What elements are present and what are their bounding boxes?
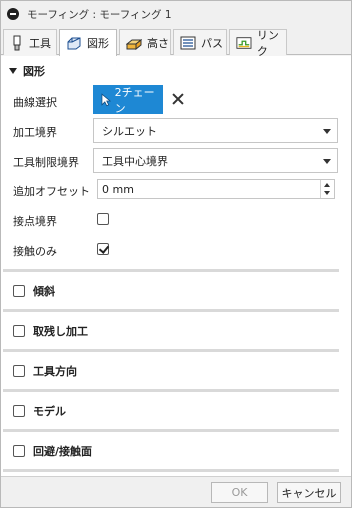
linking-icon [236, 36, 252, 49]
model-checkbox[interactable] [13, 405, 25, 417]
cancel-button[interactable]: キャンセル [277, 482, 341, 503]
chain-select-button[interactable]: 2チェーン [93, 85, 163, 115]
title-bar[interactable]: モーフィング : モーフィング 1 [1, 1, 351, 27]
chain-select-button-label: 2チェーン [114, 85, 155, 115]
curve-select-label: 曲線選択 [13, 96, 57, 109]
tab-linking-label: リンク [256, 28, 279, 58]
group-tool-orientation[interactable]: 工具方向 [13, 363, 77, 379]
group-rest-machining[interactable]: 取残し加工 [13, 323, 88, 339]
section-divider [3, 469, 339, 472]
section-divider [3, 309, 339, 312]
spin-down-icon[interactable] [324, 191, 330, 195]
geometry-section-header[interactable]: 図形 [9, 63, 45, 79]
touch-boundary-label: 接点境界 [13, 215, 57, 228]
collapse-icon[interactable] [7, 8, 19, 20]
tool-orientation-label: 工具方向 [33, 365, 77, 378]
clear-selection-icon[interactable] [171, 92, 185, 106]
tool-icon [13, 35, 21, 50]
rest-machining-label: 取残し加工 [33, 325, 88, 338]
tool-orientation-checkbox[interactable] [13, 365, 25, 377]
group-avoid-touch-surfaces[interactable]: 回避/接触面 [13, 443, 92, 459]
dialog-title: モーフィング : モーフィング 1 [27, 8, 172, 21]
tab-heights[interactable]: 高さ [119, 29, 171, 55]
cursor-arrow-icon [101, 92, 111, 106]
section-divider [3, 349, 339, 352]
contact-only-checkbox[interactable] [97, 243, 109, 255]
contact-only-label: 接触のみ [13, 245, 57, 258]
avoid-touch-surfaces-checkbox[interactable] [13, 445, 25, 457]
section-divider [3, 389, 339, 392]
tab-shape-label: 図形 [87, 37, 109, 50]
touch-boundary-checkbox[interactable] [97, 213, 109, 225]
ok-button[interactable]: OK [211, 482, 268, 503]
dialog-footer: OK キャンセル [1, 476, 351, 507]
machining-boundary-value: シルエット [102, 124, 157, 138]
additional-offset-value: 0 mm [102, 182, 134, 196]
tab-bar: 工具 図形 高さ パス リンク [1, 27, 351, 58]
tab-linking[interactable]: リンク [229, 29, 287, 58]
tab-passes[interactable]: パス [173, 29, 227, 55]
additional-offset-input[interactable]: 0 mm [97, 179, 335, 199]
tab-tool[interactable]: 工具 [3, 29, 57, 55]
model-label: モデル [33, 405, 66, 418]
shape-icon [67, 37, 81, 50]
tool-containment-select[interactable]: 工具中心境界 [93, 148, 338, 173]
slope-checkbox[interactable] [13, 285, 25, 297]
shape-panel: 図形 曲線選択 2チェーン 加工境界 シルエット 工具制限境界 工具中心境界 追… [1, 56, 351, 476]
passes-icon [180, 36, 196, 49]
group-model[interactable]: モデル [13, 403, 66, 419]
geometry-section-title: 図形 [23, 65, 45, 78]
tab-passes-label: パス [201, 36, 223, 50]
spin-up-icon[interactable] [324, 183, 330, 187]
tool-containment-label: 工具制限境界 [13, 156, 79, 169]
machining-boundary-select[interactable]: シルエット [93, 118, 338, 143]
tool-containment-value: 工具中心境界 [102, 154, 168, 168]
additional-offset-label: 追加オフセット [13, 185, 90, 198]
dropdown-arrow-icon [323, 129, 331, 134]
heights-icon [126, 38, 142, 50]
collapse-triangle-icon [9, 68, 17, 74]
tab-heights-label: 高さ [147, 36, 169, 50]
tab-tool-label: 工具 [29, 36, 51, 50]
avoid-touch-surfaces-label: 回避/接触面 [33, 445, 93, 458]
dialog-window: モーフィング : モーフィング 1 工具 図形 高さ パス リンク 図形 曲線選… [0, 0, 352, 508]
section-divider [3, 269, 339, 272]
group-slope[interactable]: 傾斜 [13, 283, 55, 299]
rest-machining-checkbox[interactable] [13, 325, 25, 337]
dropdown-arrow-icon [323, 159, 331, 164]
machining-boundary-label: 加工境界 [13, 126, 57, 139]
slope-label: 傾斜 [33, 285, 55, 298]
section-divider [3, 429, 339, 432]
offset-spinner[interactable] [320, 180, 334, 198]
tab-shape[interactable]: 図形 [59, 29, 117, 56]
